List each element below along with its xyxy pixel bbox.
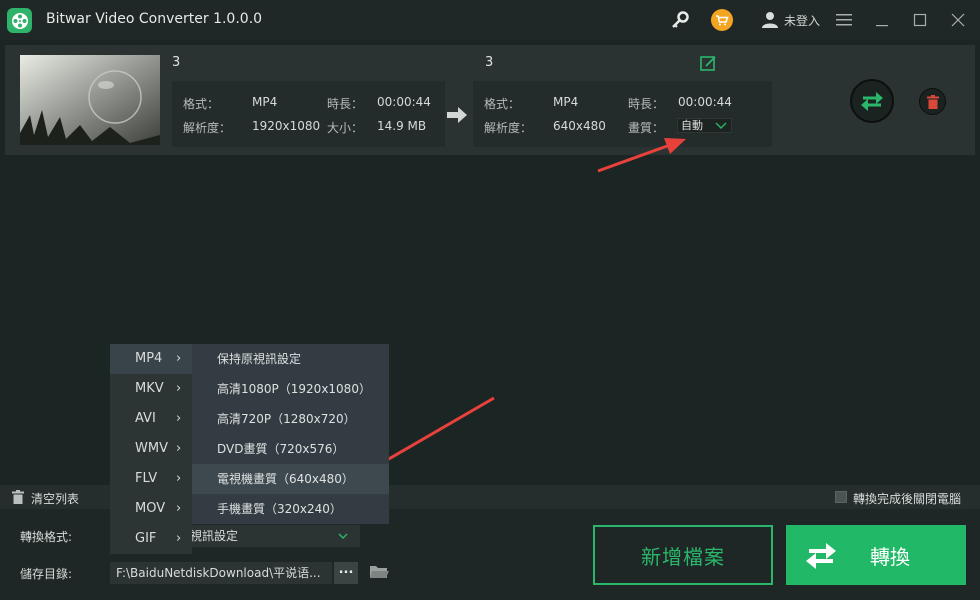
format-item-label: AVI (135, 411, 156, 426)
chevron-right-icon: › (176, 501, 182, 516)
output-path-field[interactable]: F:\BaiduNetdiskDownload\平说语... (110, 562, 332, 584)
convert-button[interactable]: 轉換 (786, 525, 966, 585)
chevron-right-icon: › (176, 411, 182, 426)
quality-option[interactable]: 高清720P（1280x720） (192, 404, 389, 434)
format-item-mov[interactable]: MOV › (110, 494, 192, 524)
format-item-avi[interactable]: AVI › (110, 404, 192, 434)
chevron-right-icon: › (176, 381, 182, 396)
trash-icon[interactable] (12, 490, 24, 507)
convert-button-label: 轉換 (870, 545, 910, 569)
chevron-down-icon (338, 526, 348, 548)
format-item-mp4[interactable]: MP4 › (110, 344, 192, 374)
format-value: 視訊設定 (190, 529, 239, 543)
format-item-gif[interactable]: GIF › (110, 524, 192, 554)
output-label: 儲存目錄: (20, 567, 73, 581)
clear-list-button[interactable]: 清空列表 (31, 490, 79, 507)
chevron-right-icon: › (176, 441, 182, 456)
browse-button[interactable]: ... (334, 562, 358, 584)
quality-option[interactable]: 保持原視訊設定 (192, 344, 389, 374)
shutdown-label: 轉換完成後關閉電腦 (853, 492, 962, 506)
format-item-mkv[interactable]: MKV › (110, 374, 192, 404)
format-item-label: MKV (135, 381, 164, 396)
quality-option[interactable]: 電視機畫質（640x480） (192, 464, 389, 494)
chevron-right-icon: › (176, 531, 182, 546)
folder-icon[interactable] (369, 564, 389, 583)
format-label: 轉換格式: (20, 530, 73, 544)
format-item-label: GIF (135, 531, 157, 546)
format-item-label: MP4 (135, 351, 163, 366)
quality-submenu: 保持原視訊設定 高清1080P（1920x1080） 高清720P（1280x7… (192, 344, 389, 524)
format-item-label: MOV (135, 501, 166, 516)
quality-option[interactable]: 高清1080P（1920x1080） (192, 374, 389, 404)
chevron-right-icon: › (176, 351, 182, 366)
format-item-flv[interactable]: FLV › (110, 464, 192, 494)
shutdown-checkbox[interactable] (835, 491, 847, 503)
quality-option[interactable]: 手機畫質（320x240） (192, 494, 389, 524)
chevron-right-icon: › (176, 471, 182, 486)
format-menu: MP4 › MKV › AVI › WMV › FLV › MOV › GIF … (110, 344, 192, 554)
format-item-label: WMV (135, 441, 168, 456)
quality-option[interactable]: DVD畫質（720x576） (192, 434, 389, 464)
format-item-wmv[interactable]: WMV › (110, 434, 192, 464)
convert-arrows-icon (804, 540, 838, 577)
add-files-button[interactable]: 新增檔案 (593, 525, 773, 585)
format-item-label: FLV (135, 471, 158, 486)
